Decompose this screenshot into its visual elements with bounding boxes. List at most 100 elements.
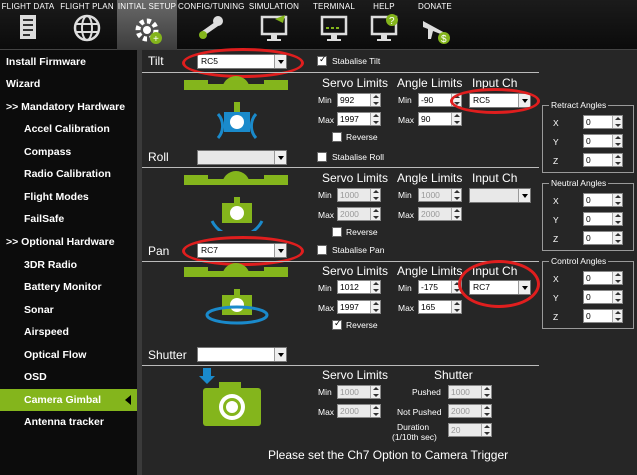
pan-servo-max-value: 1997	[340, 302, 359, 312]
tilt-reverse-checkbox[interactable]	[332, 132, 342, 142]
roll-angle-min-input[interactable]: 1000	[418, 188, 462, 202]
shutter-pushed-label: Pushed	[412, 387, 441, 397]
spinner-arrows-icon[interactable]	[451, 301, 461, 313]
tab-flight-plan[interactable]: FLIGHT PLAN	[58, 0, 116, 50]
sidebar-item-3dr-radio[interactable]: 3DR Radio	[0, 254, 137, 276]
sidebar-item-mandatory-hardware[interactable]: >> Mandatory Hardware	[0, 96, 137, 118]
tab-flight-data[interactable]: FLIGHT DATA	[0, 0, 56, 50]
spinner-arrows-icon[interactable]	[451, 189, 461, 201]
stabilise-tilt-checkbox[interactable]	[317, 54, 327, 66]
svg-text:$: $	[441, 34, 447, 45]
neutral-z-input[interactable]: 0	[583, 231, 623, 245]
sidebar-item-install-firmware[interactable]: Install Firmware	[0, 51, 137, 73]
spinner-arrows-icon[interactable]	[370, 189, 380, 201]
control-x-input[interactable]: 0	[583, 271, 623, 285]
spinner-arrows-icon[interactable]	[612, 232, 622, 244]
tab-label: FLIGHT PLAN	[60, 2, 114, 11]
pan-servo-min-input[interactable]: 1012	[337, 280, 381, 294]
spinner-arrows-icon[interactable]	[612, 116, 622, 128]
tab-help[interactable]: HELP ?	[364, 0, 404, 50]
spinner-arrows-icon[interactable]	[612, 135, 622, 147]
spinner-arrows-icon[interactable]	[370, 386, 380, 398]
sidebar-item-sonar[interactable]: Sonar	[0, 299, 137, 321]
sidebar-item-compass[interactable]: Compass	[0, 141, 137, 163]
pan-reverse-label: Reverse	[346, 320, 378, 330]
spinner-arrows-icon[interactable]	[612, 272, 622, 284]
spinner-arrows-icon[interactable]	[481, 424, 491, 436]
sidebar-item-failsafe[interactable]: FailSafe	[0, 208, 137, 230]
spinner-arrows-icon[interactable]	[481, 386, 491, 398]
retract-y-input[interactable]: 0	[583, 134, 623, 148]
shutter-duration-input[interactable]: 20	[448, 423, 492, 437]
spinner-arrows-icon[interactable]	[370, 94, 380, 106]
tilt-servo-min-input[interactable]: 992	[337, 93, 381, 107]
spinner-arrows-icon[interactable]	[370, 208, 380, 220]
spinner-arrows-icon[interactable]	[481, 405, 491, 417]
sidebar-item-antenna-tracker[interactable]: Antenna tracker	[0, 411, 137, 433]
roll-label: Roll	[148, 150, 169, 164]
retract-y-value: 0	[586, 136, 591, 146]
sidebar-item-airspeed[interactable]: Airspeed	[0, 321, 137, 343]
sidebar-item-camera-gimbal[interactable]: Camera Gimbal	[0, 389, 137, 411]
roll-input-ch-select[interactable]	[469, 188, 531, 203]
tab-config-tuning[interactable]: CONFIG/TUNING	[178, 0, 245, 50]
sidebar-item-flight-modes[interactable]: Flight Modes	[0, 186, 137, 208]
spinner-arrows-icon[interactable]	[612, 291, 622, 303]
sidebar-item-wizard[interactable]: Wizard	[0, 73, 137, 95]
tab-simulation[interactable]: SIMULATION	[244, 0, 304, 50]
control-y-value: 0	[586, 292, 591, 302]
stabilise-roll-checkbox[interactable]	[317, 152, 327, 162]
spinner-arrows-icon[interactable]	[370, 281, 380, 293]
sidebar-item-optional-hardware[interactable]: >> Optional Hardware	[0, 231, 137, 253]
pan-angle-max-input[interactable]: 165	[418, 300, 462, 314]
spinner-arrows-icon[interactable]	[451, 113, 461, 125]
shutter-servo-max-input[interactable]: 2000	[337, 404, 381, 418]
retract-angles-title: Retract Angles	[549, 100, 609, 110]
neutral-x-value: 0	[586, 195, 591, 205]
neutral-y-input[interactable]: 0	[583, 212, 623, 226]
control-y-input[interactable]: 0	[583, 290, 623, 304]
retract-z-input[interactable]: 0	[583, 153, 623, 167]
help-monitor-icon: ?	[370, 14, 398, 41]
sidebar-item-radio-calibration[interactable]: Radio Calibration	[0, 163, 137, 185]
tilt-servo-max-input[interactable]: 1997	[337, 112, 381, 126]
sidebar-item-optical-flow[interactable]: Optical Flow	[0, 344, 137, 366]
tab-label: CONFIG/TUNING	[178, 2, 245, 11]
tab-donate[interactable]: DONATE $	[410, 0, 460, 50]
retract-x-input[interactable]: 0	[583, 115, 623, 129]
roll-servo-max-input[interactable]: 2000	[337, 207, 381, 221]
spinner-arrows-icon[interactable]	[612, 213, 622, 225]
stabilise-pan-checkbox[interactable]	[317, 245, 327, 255]
pan-angle-min-input[interactable]: -175	[418, 280, 462, 294]
tab-initial-setup[interactable]: INITIAL SETUP +	[117, 0, 177, 50]
stabilise-tilt-label: Stabalise Tilt	[332, 56, 381, 66]
shutter-channel-select[interactable]	[197, 347, 287, 362]
shutter-not-pushed-input[interactable]: 2000	[448, 404, 492, 418]
spinner-arrows-icon[interactable]	[612, 194, 622, 206]
sidebar-item-battery-monitor[interactable]: Battery Monitor	[0, 276, 137, 298]
roll-reverse-checkbox[interactable]	[332, 227, 342, 237]
spinner-arrows-icon[interactable]	[451, 208, 461, 220]
spinner-arrows-icon[interactable]	[370, 113, 380, 125]
donate-plane-icon: $	[423, 21, 450, 45]
roll-channel-select[interactable]	[197, 150, 287, 165]
pan-servo-max-input[interactable]: 1997	[337, 300, 381, 314]
tab-terminal[interactable]: TERMINAL	[305, 0, 363, 50]
neutral-x-input[interactable]: 0	[583, 193, 623, 207]
spinner-arrows-icon[interactable]	[370, 301, 380, 313]
tilt-servo-max-value: 1997	[340, 114, 359, 124]
spinner-arrows-icon[interactable]	[612, 310, 622, 322]
roll-servo-min-input[interactable]: 1000	[337, 188, 381, 202]
sidebar-item-osd[interactable]: OSD	[0, 366, 137, 388]
tilt-angle-limits-header: Angle Limits	[397, 76, 463, 90]
spinner-arrows-icon[interactable]	[612, 154, 622, 166]
sidebar-item-accel-calibration[interactable]: Accel Calibration	[0, 118, 137, 140]
pan-reverse-checkbox[interactable]	[332, 318, 342, 330]
control-z-input[interactable]: 0	[583, 309, 623, 323]
roll-angle-max-input[interactable]: 2000	[418, 207, 462, 221]
tilt-servo-min-value: 992	[340, 95, 355, 105]
shutter-servo-min-input[interactable]: 1000	[337, 385, 381, 399]
tilt-angle-max-input[interactable]: 90	[418, 112, 462, 126]
shutter-pushed-input[interactable]: 1000	[448, 385, 492, 399]
spinner-arrows-icon[interactable]	[370, 405, 380, 417]
